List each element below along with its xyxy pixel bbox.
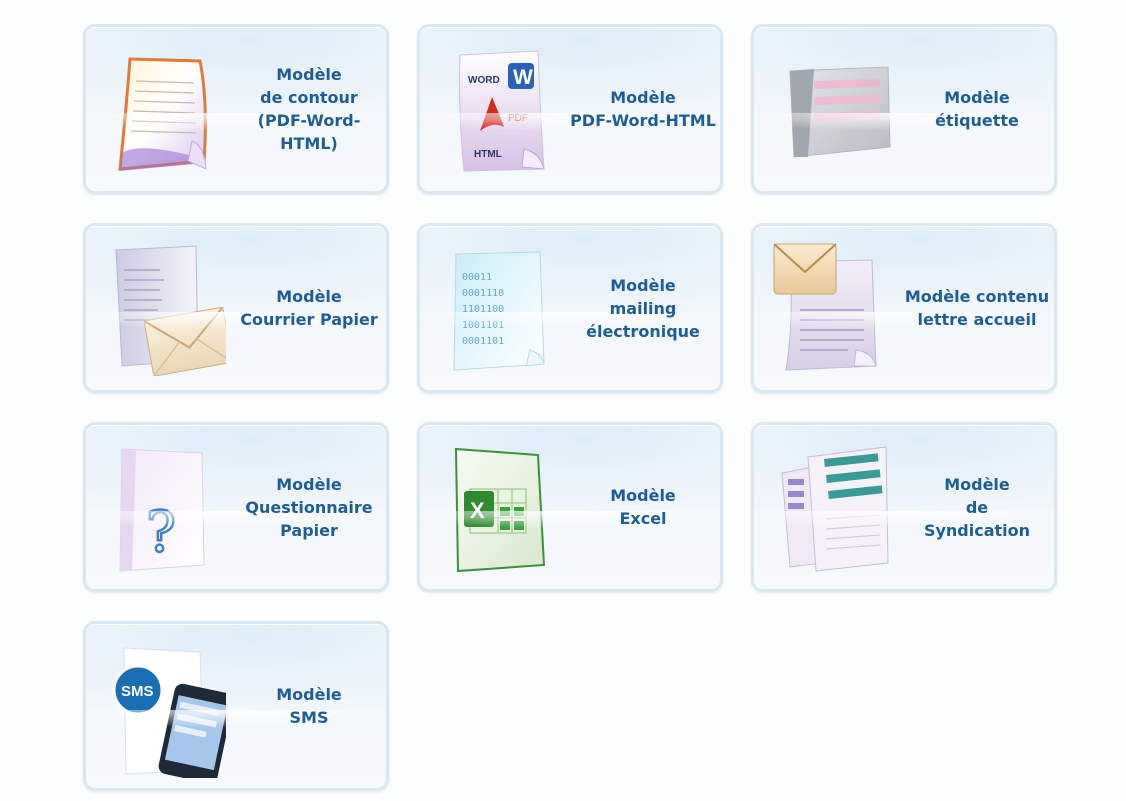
template-grid: Modèle de contour (PDF-Word- HTML) WORD … xyxy=(0,0,1126,801)
pdf-word-html-icon: WORD W PDF HTML xyxy=(434,41,560,181)
template-tile-sms[interactable]: SMS Modèle SMS xyxy=(83,621,389,791)
question-mark-document-icon: ? xyxy=(100,439,226,579)
binary-line: 0001101 xyxy=(462,336,504,347)
tile-label: Modèle Questionnaire Papier xyxy=(245,474,373,540)
email-binary-document-icon: 00011 0001110 1101100 1001101 0001101 xyxy=(434,240,560,380)
template-tile-pdf-word-html[interactable]: WORD W PDF HTML Modèle PDF-Word-HTML xyxy=(417,24,723,194)
tile-label: Modèle étiquette xyxy=(935,88,1019,130)
syndication-documents-icon xyxy=(768,439,894,579)
tile-label: Modèle contenu lettre accueil xyxy=(904,287,1050,329)
tile-label: Modèle PDF-Word-HTML xyxy=(570,88,716,130)
template-tile-courrier-papier[interactable]: Modèle Courrier Papier xyxy=(83,223,389,393)
label-sheet-icon xyxy=(768,41,894,181)
question-mark: ? xyxy=(146,500,176,565)
excel-letter: X xyxy=(470,498,485,523)
contour-document-icon xyxy=(100,41,226,181)
template-tile-syndication[interactable]: Modèle de Syndication xyxy=(751,422,1057,592)
sms-text: SMS xyxy=(121,683,154,700)
template-tile-excel[interactable]: X Modèle Excel xyxy=(417,422,723,592)
template-tile-lettre-accueil[interactable]: Modèle contenu lettre accueil xyxy=(751,223,1057,393)
sms-phone-icon: SMS xyxy=(100,638,226,778)
tile-label: Modèle de contour (PDF-Word- HTML) xyxy=(257,65,361,153)
tile-label: Modèle SMS xyxy=(276,685,342,727)
tile-label: Modèle de Syndication xyxy=(923,474,1031,540)
template-tile-etiquette[interactable]: Modèle étiquette xyxy=(751,24,1057,194)
html-text: HTML xyxy=(474,149,502,160)
excel-icon: X xyxy=(434,439,560,579)
tile-label: Modèle Courrier Papier xyxy=(240,287,378,329)
word-text: WORD xyxy=(468,75,500,86)
template-tile-questionnaire-papier[interactable]: ? Modèle Questionnaire Papier xyxy=(83,422,389,592)
template-tile-mailing-electronique[interactable]: 00011 0001110 1101100 1001101 0001101 Mo… xyxy=(417,223,723,393)
tile-label: Modèle mailing électronique xyxy=(586,275,700,341)
word-letter: W xyxy=(513,66,533,89)
template-tile-contour[interactable]: Modèle de contour (PDF-Word- HTML) xyxy=(83,24,389,194)
pdf-text: PDF xyxy=(508,113,528,124)
tile-label: Modèle Excel xyxy=(610,486,676,528)
welcome-letter-envelope-icon xyxy=(768,240,894,380)
binary-line: 0001110 xyxy=(462,288,504,299)
binary-line: 00011 xyxy=(462,272,492,283)
binary-line: 1101100 xyxy=(462,304,504,315)
paper-letter-envelope-icon xyxy=(100,240,226,380)
binary-line: 1001101 xyxy=(462,320,504,331)
